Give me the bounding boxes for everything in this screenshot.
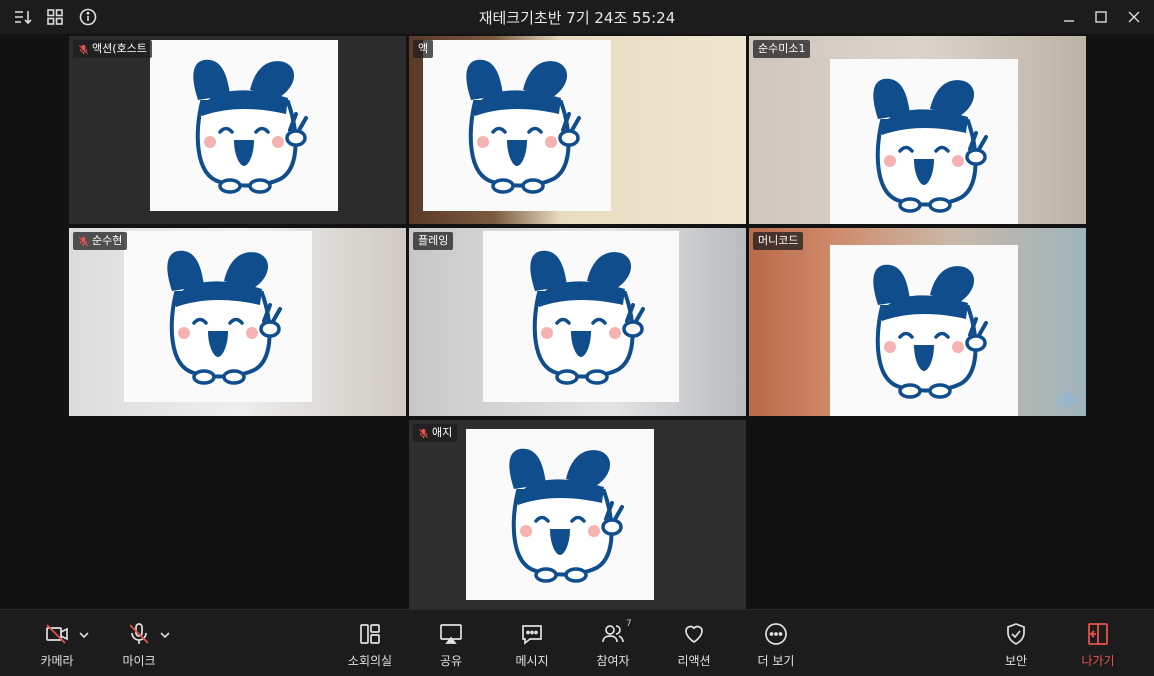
message-label: 메시지 — [515, 654, 549, 668]
reaction-label: 리액션 — [677, 654, 711, 668]
mic-label: 마이크 — [122, 654, 156, 668]
meeting-toolbar: 카메라 마이크 소회의실 공유 메시지 참여자 7 리액션 더 보기 보안 나가… — [0, 609, 1154, 676]
mascot-image — [150, 40, 338, 211]
video-tile[interactable]: 애지 — [409, 420, 746, 609]
mascot-image — [483, 231, 679, 402]
camera-label: 카메라 — [40, 654, 74, 668]
video-grid: 액션(호스트 액 순수미소1 순수현 플레잉 머니코드 애지 — [0, 34, 1154, 609]
leave-button[interactable]: 나가기 — [1063, 620, 1133, 669]
breakout-rooms-label: 소회의실 — [347, 654, 393, 668]
mascot-image — [830, 245, 1018, 416]
participant-name-tag: 애지 — [413, 424, 458, 442]
participants-icon — [578, 620, 648, 648]
participant-name: 머니코드 — [758, 234, 799, 247]
participant-name-tag: 플레잉 — [413, 232, 454, 250]
more-icon — [741, 620, 811, 648]
more-label: 더 보기 — [757, 654, 795, 668]
participant-name-tag: 머니코드 — [753, 232, 804, 250]
participant-name: 애지 — [432, 426, 453, 439]
mic-muted-icon — [79, 236, 88, 246]
more-button[interactable]: 더 보기 — [741, 620, 811, 669]
participant-name: 순수현 — [92, 234, 123, 247]
mic-muted-icon — [79, 44, 88, 54]
video-tile[interactable]: 순수현 — [69, 228, 406, 416]
video-tile[interactable]: 순수미소1 — [749, 36, 1086, 224]
participants-button[interactable]: 참여자 — [578, 620, 648, 669]
participant-name-tag: 액 — [413, 40, 434, 58]
leave-icon — [1063, 620, 1133, 648]
share-label: 공유 — [439, 654, 463, 668]
camera-options-chevron-icon[interactable] — [78, 626, 90, 639]
participant-name: 순수미소1 — [758, 42, 806, 55]
reaction-button[interactable]: 리액션 — [659, 620, 729, 669]
share-button[interactable]: 공유 — [416, 620, 486, 669]
breakout-rooms-button[interactable]: 소회의실 — [335, 620, 405, 669]
audio-level-icon — [1056, 390, 1078, 408]
meeting-title: 재테크기초반 7기 24조 55:24 — [478, 9, 676, 27]
video-tile[interactable]: 액션(호스트 — [69, 36, 406, 224]
participant-name: 액 — [418, 42, 429, 55]
maximize-button[interactable] — [1092, 8, 1110, 26]
participant-name: 플레잉 — [418, 234, 449, 247]
participant-name-tag: 순수미소1 — [753, 40, 811, 58]
mascot-image — [830, 59, 1018, 224]
participant-name-tag: 액션(호스트 — [73, 40, 152, 58]
title-bar: 재테크기초반 7기 24조 55:24 — [0, 0, 1154, 34]
heart-icon — [659, 620, 729, 648]
chat-icon — [497, 620, 567, 648]
share-screen-icon — [416, 620, 486, 648]
mascot-image — [124, 231, 312, 402]
shield-icon — [981, 620, 1051, 648]
participants-count: 7 — [626, 619, 632, 629]
video-tile-active-speaker[interactable]: 머니코드 — [749, 228, 1086, 416]
video-tile[interactable]: 플레잉 — [409, 228, 746, 416]
leave-label: 나가기 — [1081, 654, 1115, 668]
mascot-image — [423, 40, 611, 211]
participant-name-tag: 순수현 — [73, 232, 128, 250]
participant-name: 액션(호스트 — [92, 42, 147, 55]
mic-muted-icon — [419, 428, 428, 438]
minimize-button[interactable] — [1060, 8, 1078, 26]
participants-label: 참여자 — [596, 654, 630, 668]
mascot-image — [466, 429, 654, 600]
video-tile[interactable]: 액 — [409, 36, 746, 224]
message-button[interactable]: 메시지 — [497, 620, 567, 669]
mic-options-chevron-icon[interactable] — [159, 626, 171, 639]
security-button[interactable]: 보안 — [981, 620, 1051, 669]
security-label: 보안 — [1004, 654, 1028, 668]
breakout-rooms-icon — [335, 620, 405, 648]
close-button[interactable] — [1125, 8, 1143, 26]
